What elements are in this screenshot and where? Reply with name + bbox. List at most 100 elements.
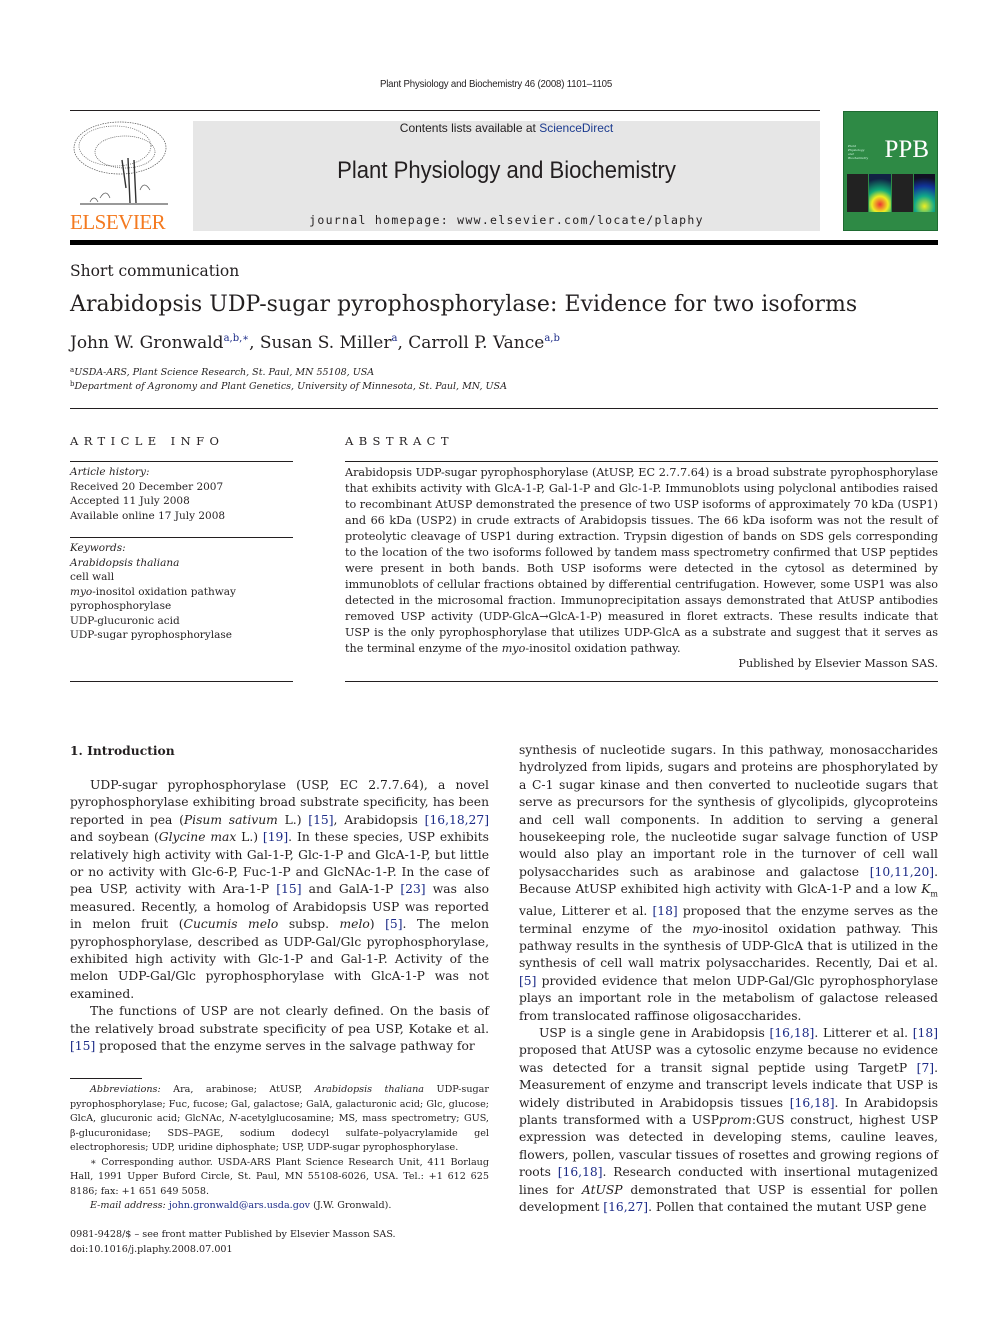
keyword: UDP-glucuronic acid [70, 614, 180, 627]
paragraph: USP is a single gene in Arabidopsis [16,… [519, 1025, 939, 1215]
published-by: Published by Elsevier Masson SAS. [738, 657, 938, 670]
italic-term: N [229, 1113, 238, 1124]
paragraph: The functions of USP are not clearly def… [70, 1004, 489, 1054]
keywords: Keywords: Arabidopsis thaliana cell wall… [70, 541, 236, 643]
reference-link[interactable]: [15] [70, 1039, 95, 1053]
affiliation-text: Department of Agronomy and Plant Genetic… [74, 381, 507, 392]
accepted-date: Accepted 11 July 2008 [70, 495, 190, 507]
elsevier-wordmark: ELSEVIER [70, 210, 166, 234]
front-matter: 0981-9428/$ – see front matter Published… [70, 1228, 396, 1257]
article-type: Short communication [70, 262, 240, 280]
doi-line[interactable]: doi:10.1016/j.plaphy.2008.07.001 [70, 1243, 396, 1258]
paragraph: UDP-sugar pyrophosphorylase (USP, EC 2.7… [70, 778, 489, 1001]
subscript: m [930, 889, 938, 899]
reference-link[interactable]: [7] [917, 1061, 934, 1075]
divider [70, 461, 293, 462]
cover-images [847, 174, 935, 212]
reference-link[interactable]: [10,11,20] [870, 865, 934, 879]
sciencedirect-link[interactable]: ScienceDirect [539, 121, 613, 135]
author-affiliation-marker[interactable]: a,b [544, 333, 560, 344]
footnotes: Abbreviations: Ara, arabinose; AtUSP, Ar… [70, 1083, 489, 1214]
italic-term: prom [718, 1112, 752, 1127]
footnote-email: E-mail address: john.gronwald@ars.usda.g… [90, 1200, 392, 1211]
journal-homepage-link[interactable]: journal homepage: www.elsevier.com/locat… [193, 213, 820, 227]
author-name: Susan S. Miller [259, 333, 392, 353]
right-column-text: synthesis of nucleotide sugars. In this … [519, 742, 938, 1216]
header-rule [70, 110, 820, 111]
reference-link[interactable]: [16,18] [790, 1096, 835, 1110]
cover-image-4 [913, 174, 935, 212]
author-name: John W. Gronwald [70, 333, 224, 353]
abstract-body: Arabidopsis UDP-sugar pyrophosphorylase … [345, 466, 938, 655]
article-info-heading: ARTICLE INFO [70, 434, 225, 448]
footnote-corresponding: ∗ Corresponding author. USDA-ARS Plant S… [70, 1156, 489, 1197]
reference-link[interactable]: [15] [308, 813, 333, 827]
reference-link[interactable]: [5] [519, 974, 536, 988]
keyword: pyrophosphorylase [70, 600, 172, 612]
reference-link[interactable]: [16,18,27] [425, 813, 489, 827]
reference-link[interactable]: [15] [276, 882, 301, 896]
italic-term: Arabidopsis thaliana [314, 1084, 425, 1095]
cover-image-2 [869, 174, 891, 212]
journal-cover-thumbnail: Plant Physiology and Biochemistry PPB [843, 111, 938, 231]
paragraph: synthesis of nucleotide sugars. In this … [519, 743, 938, 1023]
author-name: Carroll P. Vance [408, 333, 545, 353]
reference-link[interactable]: [16,27] [603, 1200, 648, 1214]
article-title: Arabidopsis UDP-sugar pyrophosphorylase:… [70, 292, 858, 317]
reference-link[interactable]: [19] [263, 830, 288, 844]
issn-line: 0981-9428/$ – see front matter Published… [70, 1229, 396, 1240]
italic-term: melo [339, 917, 370, 932]
affiliation-text: USDA-ARS, Plant Science Research, St. Pa… [74, 367, 375, 378]
affiliation: bDepartment of Agronomy and Plant Geneti… [70, 380, 507, 392]
abstract-heading: ABSTRACT [345, 434, 454, 448]
divider [70, 681, 293, 682]
italic-term: Cucumis melo [183, 917, 279, 932]
keyword: Arabidopsis thaliana [70, 556, 180, 569]
italic-term: Glycine max [158, 830, 237, 845]
italic-term: myo [692, 921, 719, 936]
email-link[interactable]: john.gronwald@ars.usda.gov [169, 1200, 310, 1211]
footnote-abbreviations: Abbreviations: Ara, arabinose; AtUSP, Ar… [70, 1084, 489, 1153]
contents-prefix: Contents lists available at [399, 121, 540, 135]
received-date: Received 20 December 2007 [70, 480, 224, 493]
italic-term: Pisum sativum [183, 812, 278, 827]
footnote-rule [70, 1078, 142, 1079]
reference-link[interactable]: [16,18] [558, 1165, 603, 1179]
author-list: John W. Gronwalda,b,∗, Susan S. Millera,… [70, 333, 560, 353]
contents-line: Contents lists available at ScienceDirec… [193, 121, 820, 135]
cover-abbrev: PPB [884, 136, 929, 163]
journal-citation: Plant Physiology and Biochemistry 46 (20… [379, 78, 613, 90]
reference-link[interactable]: [5] [385, 917, 402, 931]
divider [70, 537, 293, 538]
italic-term: Abbreviations: [90, 1084, 161, 1095]
keyword: UDP-sugar pyrophosphorylase [70, 629, 232, 641]
keyword: myo-inositol oxidation pathway [70, 585, 236, 598]
article-history: Article history: Received 20 December 20… [70, 465, 225, 523]
author-affiliation-marker[interactable]: a [391, 333, 397, 344]
cover-image-1 [847, 174, 869, 212]
abstract-text: Arabidopsis UDP-sugar pyrophosphorylase … [345, 465, 938, 657]
reference-link[interactable]: [18] [913, 1026, 938, 1040]
section-heading-introduction: 1. Introduction [70, 743, 175, 758]
abstract-italic: myo [501, 642, 526, 655]
reference-link[interactable]: [16,18] [770, 1026, 815, 1040]
left-column-text: UDP-sugar pyrophosphorylase (USP, EC 2.7… [70, 777, 489, 1056]
author-affiliation-marker[interactable]: a,b,∗ [224, 333, 250, 344]
divider [70, 408, 938, 409]
affiliation: aUSDA-ARS, Plant Science Research, St. P… [70, 366, 374, 378]
keyword: cell wall [70, 571, 115, 583]
reference-link[interactable]: [23] [400, 882, 425, 896]
keywords-label: Keywords: [70, 542, 126, 554]
divider [345, 681, 938, 682]
masthead-rule [70, 240, 938, 245]
italic-term: AtUSP [581, 1182, 623, 1197]
cover-image-3 [891, 174, 913, 212]
reference-link[interactable]: [18] [652, 904, 677, 918]
abstract-body-end: -inositol oxidation pathway. [525, 642, 681, 655]
italic-term: E-mail address: [90, 1200, 166, 1211]
online-date: Available online 17 July 2008 [70, 509, 226, 522]
journal-title: Plant Physiology and Biochemistry [337, 157, 676, 184]
divider [345, 461, 938, 462]
cover-small-title: Plant Physiology and Biochemistry [848, 144, 869, 160]
history-label: Article history: [70, 466, 150, 478]
